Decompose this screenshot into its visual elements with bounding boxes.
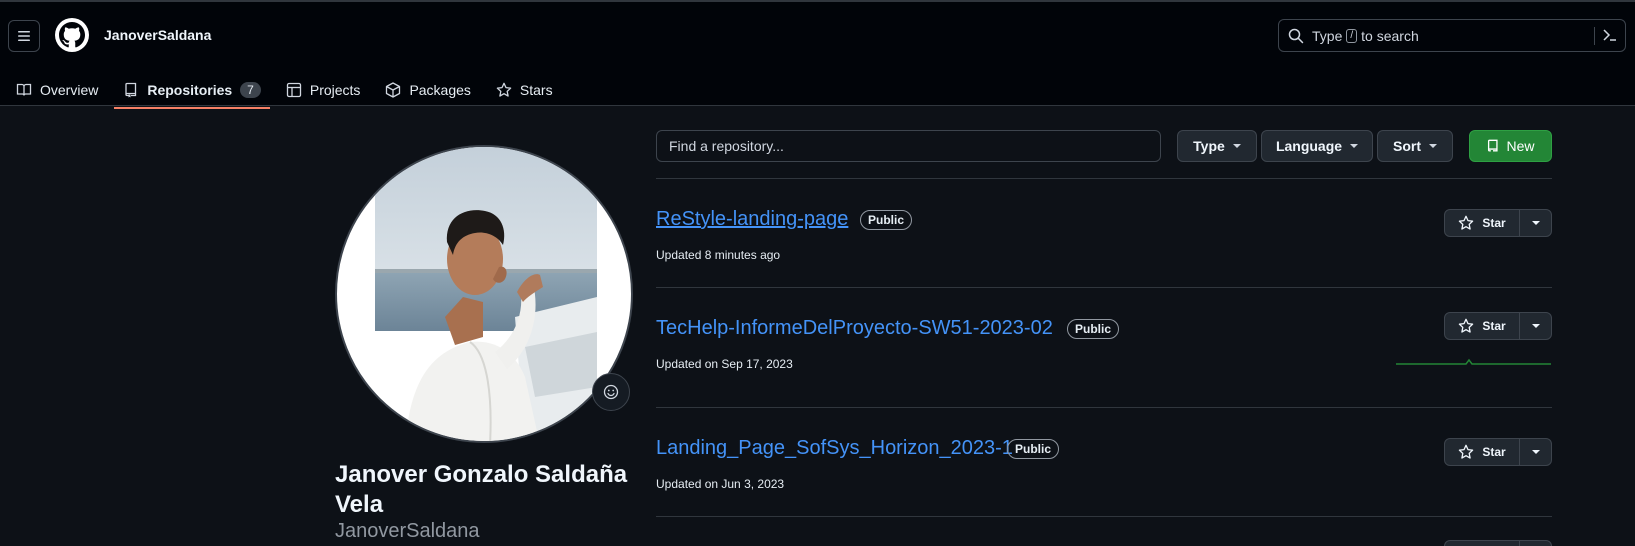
language-filter-label: Language (1275, 138, 1343, 154)
search-suffix: to search (1361, 27, 1419, 44)
divider (656, 407, 1552, 408)
chevron-down-icon (1531, 324, 1540, 328)
type-filter-button[interactable]: Type (1177, 130, 1257, 162)
chevron-down-icon (1531, 221, 1540, 225)
star-button-group: Star (1444, 438, 1552, 466)
chevron-down-icon (1232, 144, 1241, 148)
star-button[interactable]: Star (1445, 210, 1520, 236)
command-palette-icon[interactable] (1601, 27, 1617, 43)
tab-overview[interactable]: Overview (7, 72, 107, 108)
header-username[interactable]: JanoverSaldana (104, 27, 211, 43)
visibility-badge: Public (1067, 319, 1120, 339)
star-label: Star (1482, 216, 1506, 230)
profile-tabs: Overview Repositories 7 Projects Package… (0, 72, 562, 109)
github-logo-icon[interactable] (55, 18, 89, 52)
repo-updated-text: Updated on Sep 17, 2023 (656, 357, 793, 371)
sort-filter-button[interactable]: Sort (1377, 130, 1453, 162)
star-list-dropdown[interactable] (1520, 210, 1551, 236)
divider (656, 287, 1552, 288)
repo-icon (125, 82, 137, 98)
tab-projects-label: Projects (309, 82, 361, 98)
type-filter-label: Type (1193, 138, 1225, 154)
activity-sparkline (1396, 358, 1551, 365)
star-label: Star (1482, 319, 1506, 333)
divider (656, 178, 1552, 179)
global-search-input[interactable]: Type / to search (1278, 19, 1626, 52)
star-button[interactable] (1445, 541, 1520, 546)
star-button-group: Star (1444, 209, 1552, 237)
chevron-down-icon (1531, 450, 1540, 454)
chevron-down-icon (1429, 144, 1437, 148)
profile-avatar[interactable] (335, 145, 633, 443)
star-label: Star (1482, 445, 1506, 459)
book-icon (16, 83, 32, 96)
repo-updated-text: Updated 8 minutes ago (656, 248, 781, 262)
search-prefix: Type (1312, 27, 1343, 44)
star-button-group (1444, 540, 1552, 546)
star-icon (1459, 215, 1474, 230)
sort-filter-label: Sort (1393, 138, 1421, 154)
find-repository-placeholder: Find a repository... (669, 138, 784, 154)
tab-packages-label: Packages (409, 82, 471, 98)
tab-repositories-label: Repositories (147, 82, 233, 98)
repo-link[interactable]: Landing_Page_SofSys_Horizon_2023-1 (656, 437, 1013, 460)
global-header: JanoverSaldana Type / to search Overview… (0, 0, 1635, 109)
new-repository-label: New (1506, 138, 1535, 154)
chevron-down-icon (1350, 144, 1359, 148)
hamburger-icon (18, 31, 30, 41)
tab-projects[interactable]: Projects (277, 72, 370, 108)
tab-overview-label: Overview (40, 82, 99, 98)
find-repository-input[interactable]: Find a repository... (656, 130, 1161, 162)
star-list-dropdown[interactable] (1520, 439, 1551, 465)
profile-photo (375, 147, 597, 441)
search-icon (1288, 28, 1304, 44)
tab-repositories[interactable]: Repositories 7 (114, 72, 270, 109)
repo-link[interactable]: TecHelp-InformeDelProyecto-SW51-2023-02 (656, 317, 1053, 340)
profile-login: JanoverSaldana (335, 520, 480, 542)
visibility-badge: Public (1007, 439, 1060, 459)
star-icon (1459, 318, 1474, 333)
search-divider (1594, 27, 1595, 45)
visibility-badge: Public (860, 210, 913, 230)
table-icon (286, 82, 302, 98)
profile-full-name: Janover Gonzalo Saldaña Vela (335, 461, 628, 518)
package-icon (386, 82, 401, 98)
star-icon (1459, 444, 1474, 459)
star-button[interactable]: Star (1445, 439, 1520, 465)
divider (656, 516, 1552, 517)
tab-stars[interactable]: Stars (487, 72, 562, 108)
smiley-icon (603, 384, 619, 400)
tab-stars-label: Stars (519, 82, 553, 98)
star-button-group: Star (1444, 312, 1552, 340)
new-repository-button[interactable]: New (1469, 130, 1552, 162)
repo-updated-text: Updated on Jun 3, 2023 (656, 477, 785, 491)
language-filter-button[interactable]: Language (1261, 130, 1373, 162)
tab-packages[interactable]: Packages (376, 72, 479, 108)
set-status-button[interactable] (592, 373, 630, 411)
star-list-dropdown[interactable] (1520, 313, 1551, 339)
search-shortcut-key: / (1346, 28, 1358, 43)
menu-button[interactable] (8, 20, 40, 52)
star-button[interactable]: Star (1445, 313, 1520, 339)
repo-link[interactable]: ReStyle-landing-page (656, 208, 848, 231)
repositories-count-badge: 7 (240, 82, 261, 98)
repo-icon (1488, 139, 1499, 152)
star-list-dropdown[interactable] (1520, 541, 1551, 546)
star-icon (496, 82, 512, 97)
